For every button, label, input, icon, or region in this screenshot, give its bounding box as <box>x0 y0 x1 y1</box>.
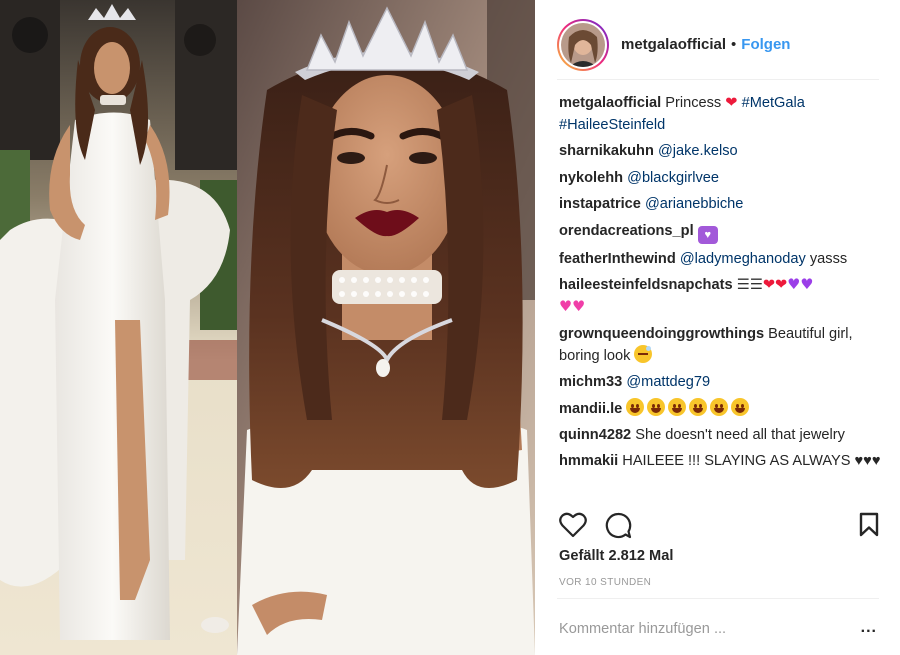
caption-username[interactable]: metgalaofficial <box>559 95 661 111</box>
comment-item: nykolehh @blackgirlvee <box>559 167 881 189</box>
likes-count[interactable]: Gefällt 2.812 Mal <box>559 548 673 564</box>
comment-mention[interactable]: @arianebbiche <box>645 196 743 212</box>
comment-username[interactable]: sharnikakuhn <box>559 143 654 159</box>
comment-mention[interactable]: @blackgirlvee <box>627 170 719 186</box>
comment-item: orendacreations_pl ♥ <box>559 220 881 244</box>
hashtag-metgala[interactable]: #MetGala <box>742 95 805 111</box>
header-separator: • <box>731 36 737 53</box>
comment-item: haileesteinfeldsnapchats ☰☰❤❤♥♥ ♥♥ <box>559 274 881 318</box>
post-header: metgalaofficial • Folgen <box>557 10 879 80</box>
post-photo[interactable] <box>0 0 535 655</box>
post-sidebar: metgalaofficial • Folgen metgalaofficial… <box>535 0 900 655</box>
bookmark-icon[interactable] <box>859 512 879 543</box>
comment-item: hmmakii HAILEEE !!! SLAYING AS ALWAYS ♥♥… <box>559 450 881 472</box>
speech-bubble-icon[interactable] <box>604 512 632 544</box>
action-bar <box>559 510 881 542</box>
comments-list[interactable]: metgalaofficial Princess ❤ #MetGala #Hai… <box>559 92 881 500</box>
sparkling-heart-icon: ♥ <box>697 225 718 244</box>
comment-item: sharnikakuhn @jake.kelso <box>559 140 881 162</box>
comment-text: yasss <box>809 250 848 267</box>
comment-item: grownqueendoinggrowthings Beautiful girl… <box>559 323 881 367</box>
comment-username[interactable]: hmmakii <box>559 453 618 469</box>
hashtag-haileesteinfeld[interactable]: #HaileeSteinfeld <box>559 117 665 133</box>
add-comment-bar: ... <box>557 598 879 655</box>
comment-username[interactable]: orendacreations_pl <box>559 223 694 239</box>
comment-text: She doesn't need all that jewelry <box>635 426 845 443</box>
closeup-photo <box>237 0 535 655</box>
post-timestamp: VOR 10 STUNDEN <box>559 577 652 588</box>
comment-item: featherInthewind @ladymeghanoday yasss <box>559 248 881 270</box>
full-length-photo <box>0 0 237 655</box>
comment-text: HAILEEE !!! SLAYING AS ALWAYS ♥♥♥ <box>622 453 881 470</box>
caption: metgalaofficial Princess ❤ #MetGala #Hai… <box>559 92 881 136</box>
heart-emoji-icon: ❤ <box>725 94 738 111</box>
comment-mention[interactable]: @jake.kelso <box>658 143 738 159</box>
comment-input[interactable] <box>559 617 829 641</box>
follow-button[interactable]: Folgen <box>741 36 790 53</box>
heart-outline-icon[interactable] <box>559 512 587 543</box>
comment-username[interactable]: quinn4282 <box>559 427 631 443</box>
comment-username[interactable]: instapatrice <box>559 196 641 212</box>
comment-username[interactable]: haileesteinfeldsnapchats <box>559 277 733 293</box>
comment-item: michm33 @mattdeg79 <box>559 371 881 393</box>
comment-mention[interactable]: @ladymeghanoday <box>680 251 806 267</box>
heart-eyes-icon <box>626 397 750 417</box>
post-author-username[interactable]: metgalaofficial <box>621 36 726 53</box>
comment-username[interactable]: nykolehh <box>559 170 623 186</box>
comment-item: quinn4282 She doesn't need all that jewe… <box>559 424 881 446</box>
comment-username[interactable]: mandii.le <box>559 401 622 417</box>
caption-text: Princess <box>665 95 722 111</box>
profile-avatar-icon <box>561 22 605 67</box>
comment-username[interactable]: featherInthewind <box>559 251 676 267</box>
comment-item: instapatrice @arianebbiche <box>559 193 881 215</box>
comment-item: mandii.le <box>559 397 881 420</box>
comment-username[interactable]: grownqueendoinggrowthings <box>559 326 764 342</box>
more-options-button[interactable]: ... <box>861 620 877 636</box>
comment-username[interactable]: michm33 <box>559 374 622 390</box>
comment-mention[interactable]: @mattdeg79 <box>626 374 710 390</box>
sleepy-face-icon <box>634 344 653 363</box>
avatar[interactable] <box>557 18 609 71</box>
